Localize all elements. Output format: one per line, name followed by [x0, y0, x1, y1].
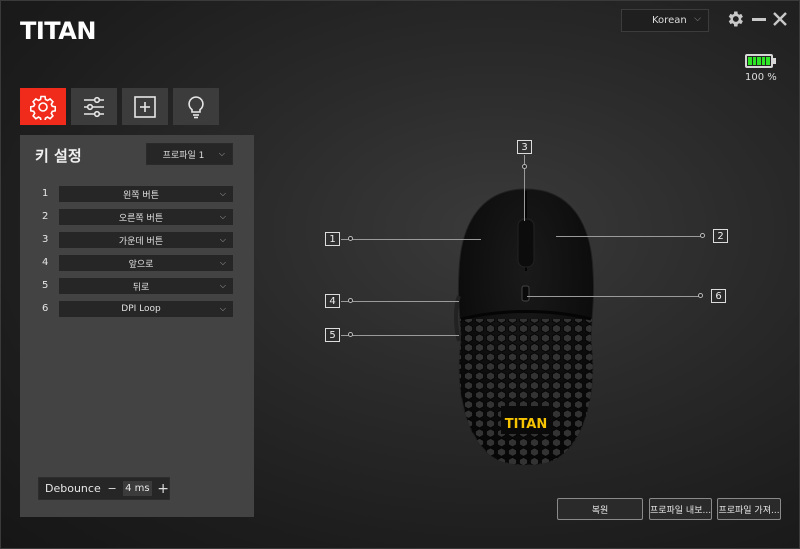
key-row: 6 DPI Loop ⌵ [20, 301, 254, 318]
sliders-icon [84, 96, 104, 117]
settings-gear-icon[interactable] [725, 9, 745, 29]
key-assign-select[interactable]: 왼쪽 버튼 ⌵ [59, 186, 233, 202]
chevron-down-icon: ⌵ [219, 189, 226, 198]
key-assign-value: DPI Loop [121, 304, 161, 314]
leader-dot [698, 293, 703, 298]
leader-line [341, 239, 481, 240]
key-number: 4 [42, 257, 49, 268]
tab-lighting[interactable] [173, 88, 219, 125]
debounce-increase-button[interactable]: + [157, 481, 169, 497]
key-number: 3 [42, 234, 49, 245]
leader-dot [522, 164, 527, 169]
tab-key-settings[interactable] [20, 88, 66, 125]
key-assign-select[interactable]: 가운데 버튼 ⌵ [59, 232, 233, 248]
leader-line [556, 236, 703, 237]
battery-percent: 100 % [745, 72, 777, 83]
key-assign-select[interactable]: 오른쪽 버튼 ⌵ [59, 209, 233, 225]
debounce-value: 4 ms [122, 481, 153, 496]
chevron-down-icon: ⌵ [218, 149, 225, 158]
debounce-control: Debounce − 4 ms + [38, 477, 170, 500]
profile-select[interactable]: 프로파일 1 ⌵ [146, 143, 233, 165]
key-number: 6 [42, 303, 49, 314]
macro-add-icon [134, 95, 156, 118]
export-profile-button[interactable]: 프로파일 내보... [649, 498, 712, 520]
key-number: 2 [42, 211, 49, 222]
marker-4: 4 [325, 294, 340, 308]
chevron-down-icon: ⌵ [219, 235, 226, 244]
import-profile-button[interactable]: 프로파일 가져... [717, 498, 781, 520]
language-select[interactable]: Korean ⌵ [621, 9, 709, 32]
marker-5: 5 [325, 328, 340, 342]
leader-line [341, 335, 459, 336]
leader-dot [348, 298, 353, 303]
battery-tip [773, 58, 776, 64]
reset-button[interactable]: 복원 [557, 498, 643, 520]
leader-dot [700, 233, 705, 238]
key-assign-select[interactable]: 뒤로 ⌵ [59, 278, 233, 294]
key-assign-value: 앞으로 [128, 259, 154, 270]
lightbulb-icon [188, 95, 204, 118]
mouse-illustration: TITAN [454, 188, 595, 466]
key-row: 5 뒤로 ⌵ [20, 278, 254, 295]
key-row: 2 오른쪽 버튼 ⌵ [20, 209, 254, 226]
tab-performance[interactable] [71, 88, 117, 125]
key-assign-value: 가운데 버튼 [118, 236, 164, 247]
key-assign-value: 오른쪽 버튼 [118, 213, 164, 224]
key-number: 5 [42, 280, 49, 291]
key-row: 1 왼쪽 버튼 ⌵ [20, 186, 254, 203]
chevron-down-icon: ⌵ [219, 304, 226, 313]
key-row: 3 가운데 버튼 ⌵ [20, 232, 254, 249]
chevron-down-icon: ⌵ [219, 212, 226, 221]
chevron-down-icon: ⌵ [694, 14, 701, 24]
key-assign-select[interactable]: 앞으로 ⌵ [59, 255, 233, 271]
chevron-down-icon: ⌵ [219, 281, 226, 290]
mouse-logo: TITAN [505, 417, 548, 432]
marker-6: 6 [711, 289, 726, 303]
key-assign-value: 왼쪽 버튼 [123, 190, 159, 201]
tab-macro[interactable] [122, 88, 168, 125]
marker-2: 2 [713, 229, 728, 243]
leader-line [341, 301, 459, 302]
close-icon[interactable] [772, 11, 788, 27]
key-assign-select[interactable]: DPI Loop ⌵ [59, 301, 233, 317]
battery-icon [745, 54, 773, 68]
key-row: 4 앞으로 ⌵ [20, 255, 254, 272]
profile-value: 프로파일 1 [162, 150, 205, 161]
gear-icon [30, 95, 56, 120]
debounce-decrease-button[interactable]: − [107, 482, 118, 495]
language-value: Korean [652, 15, 687, 26]
titan-logo: TITAN [20, 17, 96, 45]
leader-line [527, 296, 701, 297]
key-settings-panel: 키 설정 프로파일 1 ⌵ 1 왼쪽 버튼 ⌵ 2 오른쪽 버튼 ⌵ 3 가운데 버… [20, 135, 254, 517]
marker-3: 3 [517, 140, 532, 154]
minimize-icon[interactable] [752, 18, 766, 21]
key-number: 1 [42, 188, 49, 199]
marker-1: 1 [325, 232, 340, 246]
leader-dot [348, 236, 353, 241]
leader-dot [348, 332, 353, 337]
key-assign-value: 뒤로 [132, 282, 150, 293]
chevron-down-icon: ⌵ [219, 258, 226, 267]
panel-title: 키 설정 [35, 147, 82, 165]
debounce-label: Debounce [45, 482, 101, 495]
